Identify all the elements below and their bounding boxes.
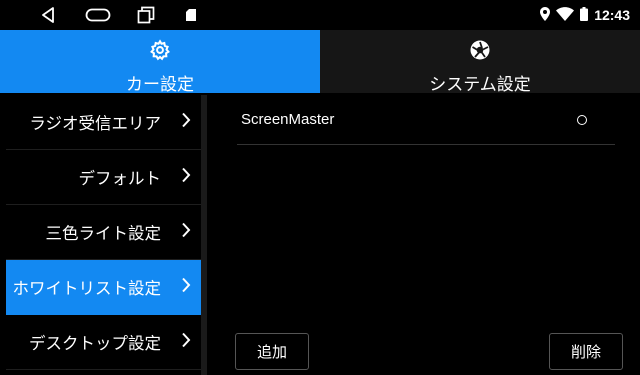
sidebar-item-label: デフォルト xyxy=(78,169,162,188)
chevron-right-icon xyxy=(181,222,191,242)
status-bar: 12:43 xyxy=(0,0,640,30)
tab-system-settings[interactable]: システム設定 xyxy=(320,30,640,95)
add-button[interactable]: 追加 xyxy=(235,333,309,370)
sidebar-item-desktop[interactable]: デスクトップ設定 xyxy=(6,315,201,370)
clock: 12:43 xyxy=(594,7,630,23)
recents-icon[interactable] xyxy=(136,6,156,24)
delete-button[interactable]: 削除 xyxy=(549,333,623,370)
location-icon xyxy=(540,6,551,25)
battery-icon xyxy=(580,6,589,25)
chevron-right-icon xyxy=(181,277,191,297)
sidebar-item-label: デスクトップ設定 xyxy=(29,334,161,353)
whitelist-panel: ScreenMaster 追加 削除 xyxy=(207,95,640,375)
wifi-icon xyxy=(556,6,575,25)
list-item[interactable]: ScreenMaster xyxy=(237,95,615,145)
radio-button[interactable] xyxy=(577,114,587,125)
tab-label: カー設定 xyxy=(126,75,194,95)
sidebar-item-whitelist[interactable]: ホワイトリスト設定 xyxy=(6,260,201,315)
sidebar: ラジオ受信エリア デフォルト 三色ライト設定 ホワイトリスト設定 デスクトップ設… xyxy=(6,95,201,375)
chevron-right-icon xyxy=(181,112,191,132)
sidebar-item-label: ホワイトリスト設定 xyxy=(12,279,162,298)
sidebar-item-label: 三色ライト設定 xyxy=(45,224,162,243)
sd-card-icon xyxy=(184,6,198,24)
chevron-right-icon xyxy=(181,332,191,352)
chevron-right-icon xyxy=(181,167,191,187)
sidebar-item-radio-area[interactable]: ラジオ受信エリア xyxy=(6,95,201,150)
app-name: ScreenMaster xyxy=(241,111,335,128)
sidebar-item-default[interactable]: デフォルト xyxy=(6,150,201,205)
settings-tabs: カー設定 システム設定 xyxy=(0,30,640,95)
sidebar-item-label: ラジオ受信エリア xyxy=(29,114,161,133)
tab-label: システム設定 xyxy=(429,75,531,95)
sidebar-item-tricolor-light[interactable]: 三色ライト設定 xyxy=(6,205,201,260)
system-icon xyxy=(468,39,492,65)
gear-icon xyxy=(149,39,171,65)
back-icon[interactable] xyxy=(38,6,58,24)
home-icon[interactable] xyxy=(84,6,112,24)
tab-car-settings[interactable]: カー設定 xyxy=(0,30,320,95)
